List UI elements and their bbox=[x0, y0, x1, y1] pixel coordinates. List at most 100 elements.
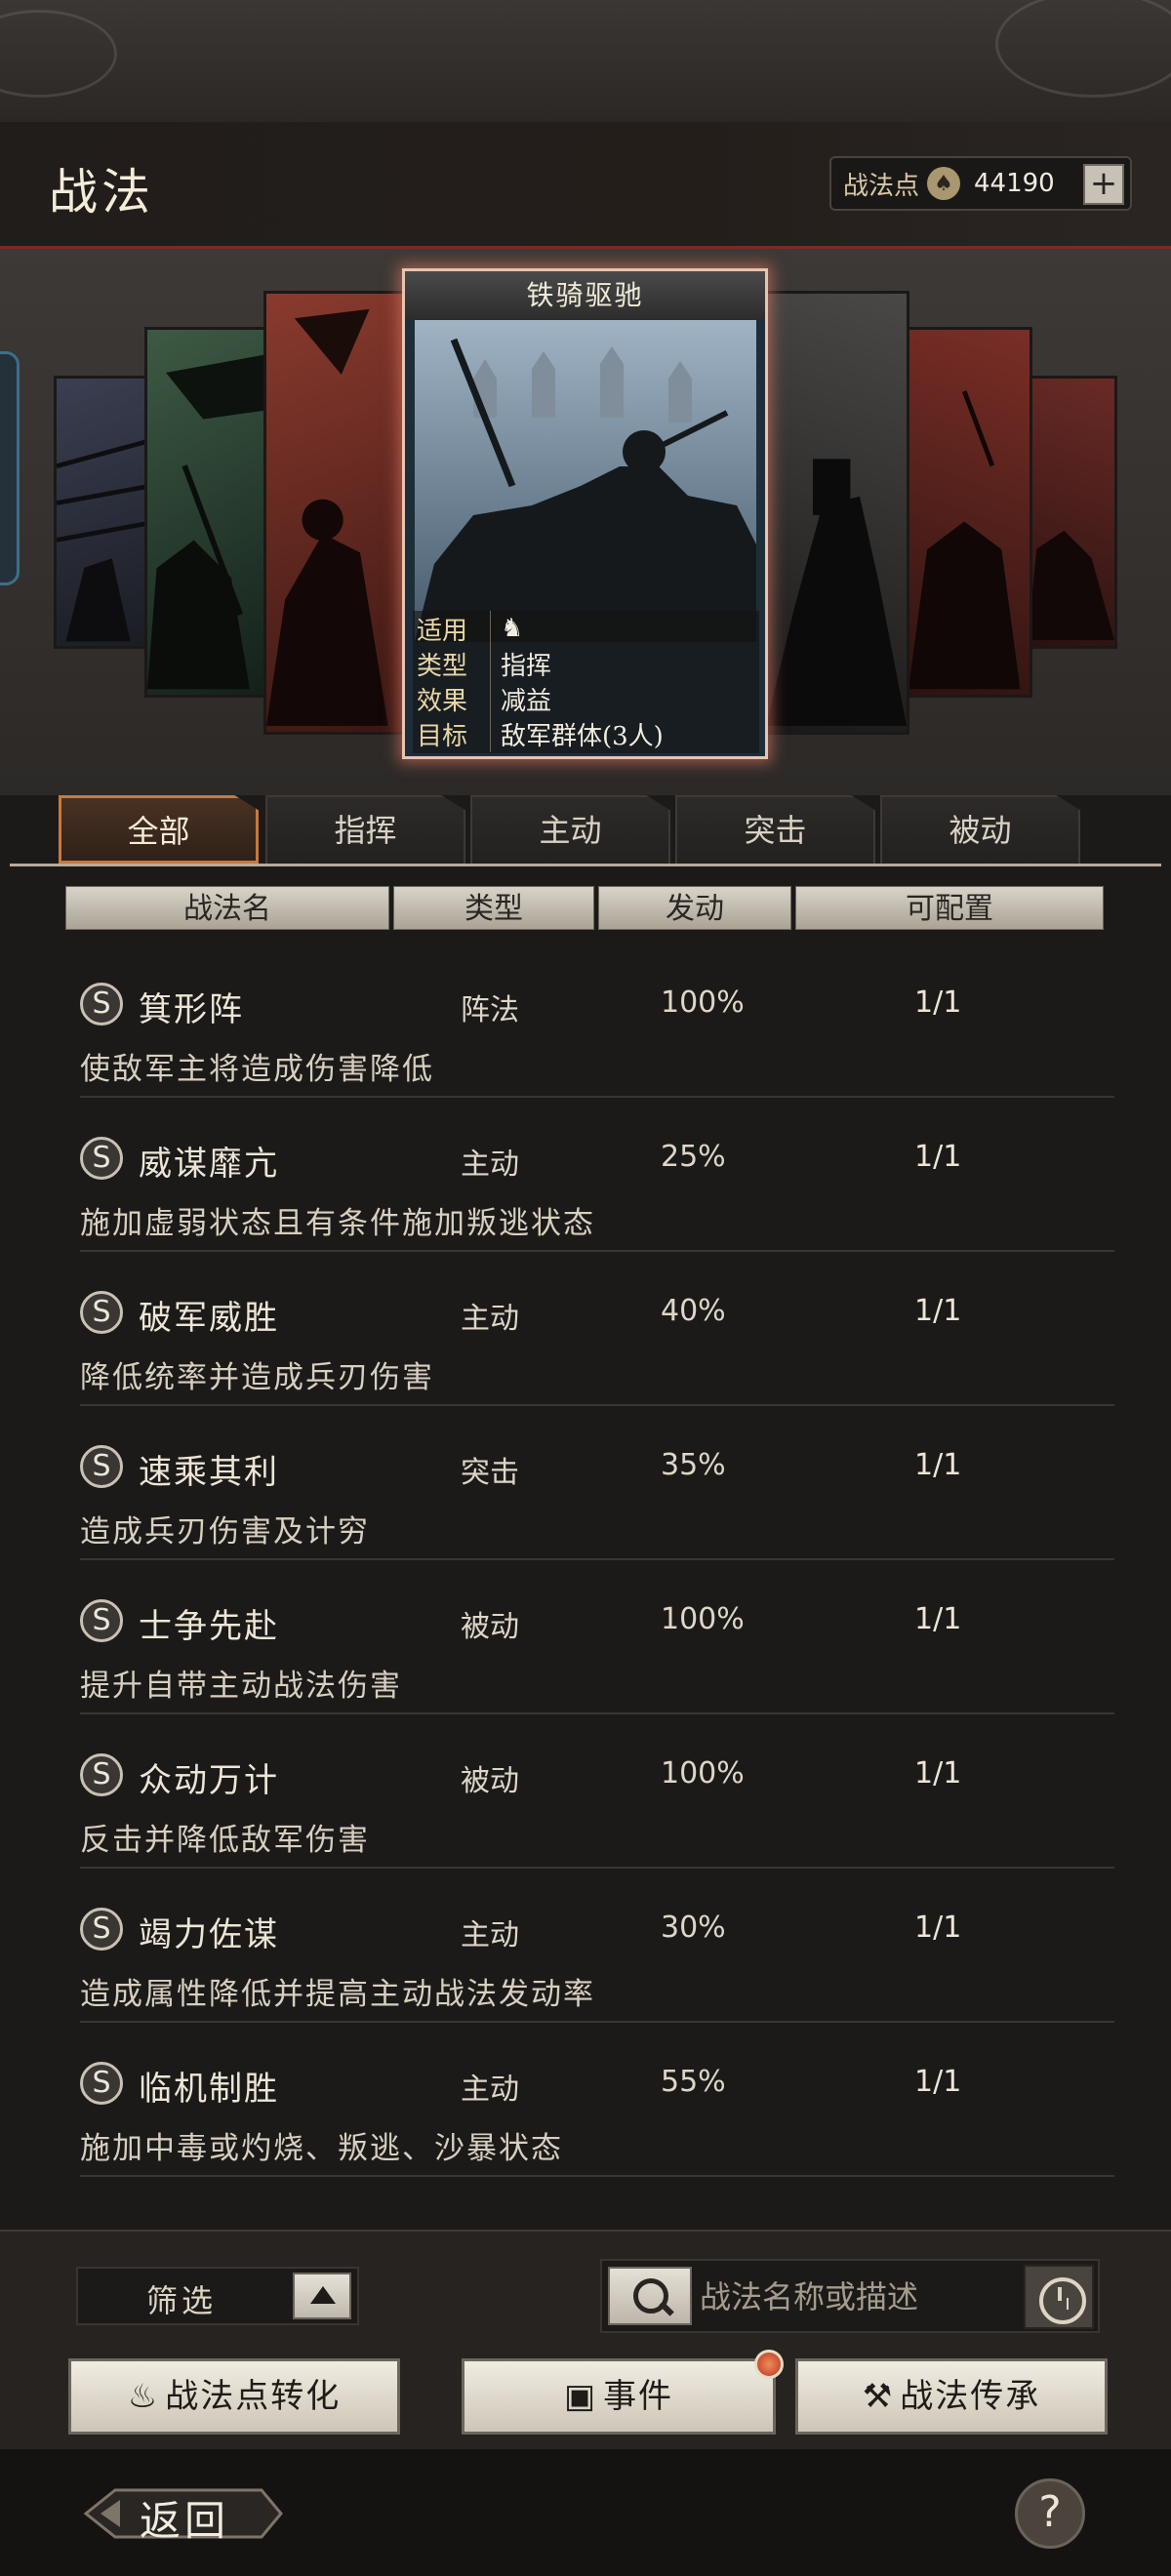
back-button[interactable]: 返回 bbox=[76, 2478, 291, 2549]
tactic-config: 1/1 bbox=[914, 1602, 962, 1636]
featured-tactic-card[interactable]: 铁骑驱驰 适用 ♞ 类型 指挥 效果 减益 目标 敌军群体(3人) bbox=[402, 268, 768, 759]
info-value: 指挥 bbox=[501, 651, 552, 681]
tactic-list-item[interactable]: S 速乘其利 突击 35% 1/1 造成兵刃伤害及计穷 bbox=[80, 1414, 1114, 1560]
info-row-type: 类型 指挥 bbox=[413, 645, 759, 682]
grade-s-icon: S bbox=[80, 1599, 123, 1642]
tactic-list-item[interactable]: S 箕形阵 阵法 100% 1/1 使敌军主将造成伤害降低 bbox=[80, 951, 1114, 1098]
event-label: 事件 bbox=[603, 2377, 674, 2416]
info-key: 适用 bbox=[413, 610, 491, 647]
tactic-desc: 造成属性降低并提高主动战法发动率 bbox=[80, 1977, 595, 2012]
tactic-card[interactable] bbox=[144, 327, 271, 698]
tactic-desc: 施加中毒或灼烧、叛逃、沙暴状态 bbox=[80, 2131, 563, 2166]
filter-toggle-up-icon[interactable] bbox=[293, 2273, 351, 2319]
search-input[interactable] bbox=[700, 2271, 1022, 2323]
tactic-type: 主动 bbox=[461, 1302, 519, 1336]
tactic-rate: 30% bbox=[661, 1911, 726, 1945]
tactic-list-item[interactable]: S 士争先赴 被动 100% 1/1 提升自带主动战法伤害 bbox=[80, 1568, 1114, 1714]
tactic-points-panel: 战法点 ♠ 44190 + bbox=[829, 156, 1132, 211]
featured-tactic-artwork bbox=[415, 320, 756, 642]
tactic-list-item[interactable]: S 临机制胜 主动 55% 1/1 施加中毒或灼烧、叛逃、沙暴状态 bbox=[80, 2031, 1114, 2177]
tactic-type: 被动 bbox=[461, 1764, 519, 1798]
grade-s-icon: S bbox=[80, 1137, 123, 1180]
tactic-name: 竭力佐谋 bbox=[139, 1915, 279, 1954]
help-icon[interactable]: ? bbox=[1015, 2478, 1085, 2549]
tactic-config: 1/1 bbox=[914, 1140, 962, 1174]
tactic-desc: 施加虚弱状态且有条件施加叛逃状态 bbox=[80, 1206, 595, 1241]
tactic-list-item[interactable]: S 竭力佐谋 主动 30% 1/1 造成属性降低并提高主动战法发动率 bbox=[80, 1876, 1114, 2023]
add-points-button[interactable]: + bbox=[1083, 164, 1124, 205]
info-key: 目标 bbox=[413, 715, 491, 752]
tactic-card[interactable] bbox=[906, 327, 1032, 698]
tactic-list-item[interactable]: S 众动万计 被动 100% 1/1 反击并降低敌军伤害 bbox=[80, 1722, 1114, 1869]
tactic-rate: 100% bbox=[661, 1602, 745, 1636]
tactic-name: 箕形阵 bbox=[139, 990, 244, 1029]
tactic-rate: 35% bbox=[661, 1448, 726, 1482]
tactic-config: 1/1 bbox=[914, 1756, 962, 1791]
tactic-config: 1/1 bbox=[914, 1294, 962, 1328]
col-header-type[interactable]: 类型 bbox=[393, 886, 594, 930]
tactic-card[interactable] bbox=[263, 291, 410, 735]
tactic-rate: 40% bbox=[661, 1294, 726, 1328]
tactic-desc: 反击并降低敌军伤害 bbox=[80, 1823, 370, 1858]
info-key: 类型 bbox=[413, 645, 491, 682]
col-header-config[interactable]: 可配置 bbox=[795, 886, 1104, 930]
grade-s-icon: S bbox=[80, 1908, 123, 1951]
grade-s-icon: S bbox=[80, 2062, 123, 2105]
info-row-effect: 效果 减益 bbox=[413, 680, 759, 717]
tactic-points-label: 战法点 bbox=[843, 171, 920, 201]
notification-dot bbox=[754, 2350, 784, 2379]
tactic-rate: 55% bbox=[661, 2065, 726, 2099]
page-title: 战法 bbox=[49, 164, 154, 221]
grade-s-icon: S bbox=[80, 1445, 123, 1488]
tactic-type: 主动 bbox=[461, 2073, 519, 2107]
tactic-type: 被动 bbox=[461, 1610, 519, 1644]
search-box bbox=[600, 2259, 1100, 2333]
cloud-ornament bbox=[995, 0, 1171, 98]
col-header-name[interactable]: 战法名 bbox=[65, 886, 389, 930]
inherit-label: 战法传承 bbox=[900, 2377, 1041, 2416]
convert-points-label: 战法点转化 bbox=[165, 2377, 342, 2416]
tab-passive[interactable]: 被动 bbox=[880, 795, 1080, 864]
tactic-desc: 造成兵刃伤害及计穷 bbox=[80, 1514, 370, 1550]
tactic-card[interactable] bbox=[1025, 376, 1117, 649]
cloud-ornament bbox=[0, 10, 117, 98]
grade-s-icon: S bbox=[80, 1753, 123, 1796]
filter-label: 筛选 bbox=[146, 2282, 218, 2319]
featured-tactic-info: 适用 ♞ 类型 指挥 效果 减益 目标 敌军群体(3人) bbox=[413, 610, 759, 753]
tactic-name: 威谋靡亢 bbox=[139, 1145, 279, 1184]
event-button[interactable]: ▣ 事件 bbox=[462, 2358, 776, 2435]
tab-divider bbox=[10, 864, 1161, 866]
featured-tactic-title: 铁骑驱驰 bbox=[405, 271, 765, 320]
filter-control[interactable]: 筛选 bbox=[76, 2267, 359, 2325]
hammer-icon: ⚒ bbox=[862, 2377, 895, 2416]
history-clock-icon[interactable] bbox=[1024, 2265, 1094, 2329]
bottom-panel: 筛选 ♨战法点转化 ▣事件 ⚒战法传承 bbox=[0, 2230, 1171, 2449]
category-tabs: 全部 指挥 主动 突击 被动 bbox=[0, 795, 1171, 865]
tactic-desc: 使敌军主将造成伤害降低 bbox=[80, 1052, 434, 1087]
tactic-type: 突击 bbox=[461, 1456, 519, 1490]
tactic-name: 临机制胜 bbox=[139, 2070, 279, 2109]
tactic-points-value: 44190 bbox=[974, 169, 1055, 198]
tactic-list-item[interactable]: S 威谋靡亢 主动 25% 1/1 施加虚弱状态且有条件施加叛逃状态 bbox=[80, 1106, 1114, 1252]
tab-active[interactable]: 主动 bbox=[470, 795, 670, 864]
convert-points-button[interactable]: ♨ 战法点转化 bbox=[68, 2358, 400, 2435]
event-scroll-icon: ▣ bbox=[563, 2377, 598, 2416]
tactic-type: 主动 bbox=[461, 1918, 519, 1952]
col-header-rate[interactable]: 发动 bbox=[598, 886, 791, 930]
tactic-config: 1/1 bbox=[914, 986, 962, 1020]
tab-all[interactable]: 全部 bbox=[59, 795, 259, 864]
tactic-list-item[interactable]: S 破军威胜 主动 40% 1/1 降低统率并造成兵刃伤害 bbox=[80, 1260, 1114, 1406]
carousel-left-edge[interactable] bbox=[0, 351, 20, 585]
footer-bar: 返回 ? bbox=[0, 2449, 1171, 2576]
tactic-type: 主动 bbox=[461, 1147, 519, 1182]
top-banner bbox=[0, 0, 1171, 122]
tactic-card[interactable] bbox=[763, 291, 909, 735]
page-header: 战法 战法点 ♠ 44190 + bbox=[0, 122, 1171, 249]
info-row-target: 目标 敌军群体(3人) bbox=[413, 715, 759, 752]
tab-command[interactable]: 指挥 bbox=[265, 795, 465, 864]
inherit-button[interactable]: ⚒ 战法传承 bbox=[795, 2358, 1108, 2435]
tactic-name: 破军威胜 bbox=[139, 1299, 279, 1338]
tab-assault[interactable]: 突击 bbox=[675, 795, 875, 864]
tactic-config: 1/1 bbox=[914, 1448, 962, 1482]
search-icon[interactable] bbox=[608, 2267, 692, 2325]
